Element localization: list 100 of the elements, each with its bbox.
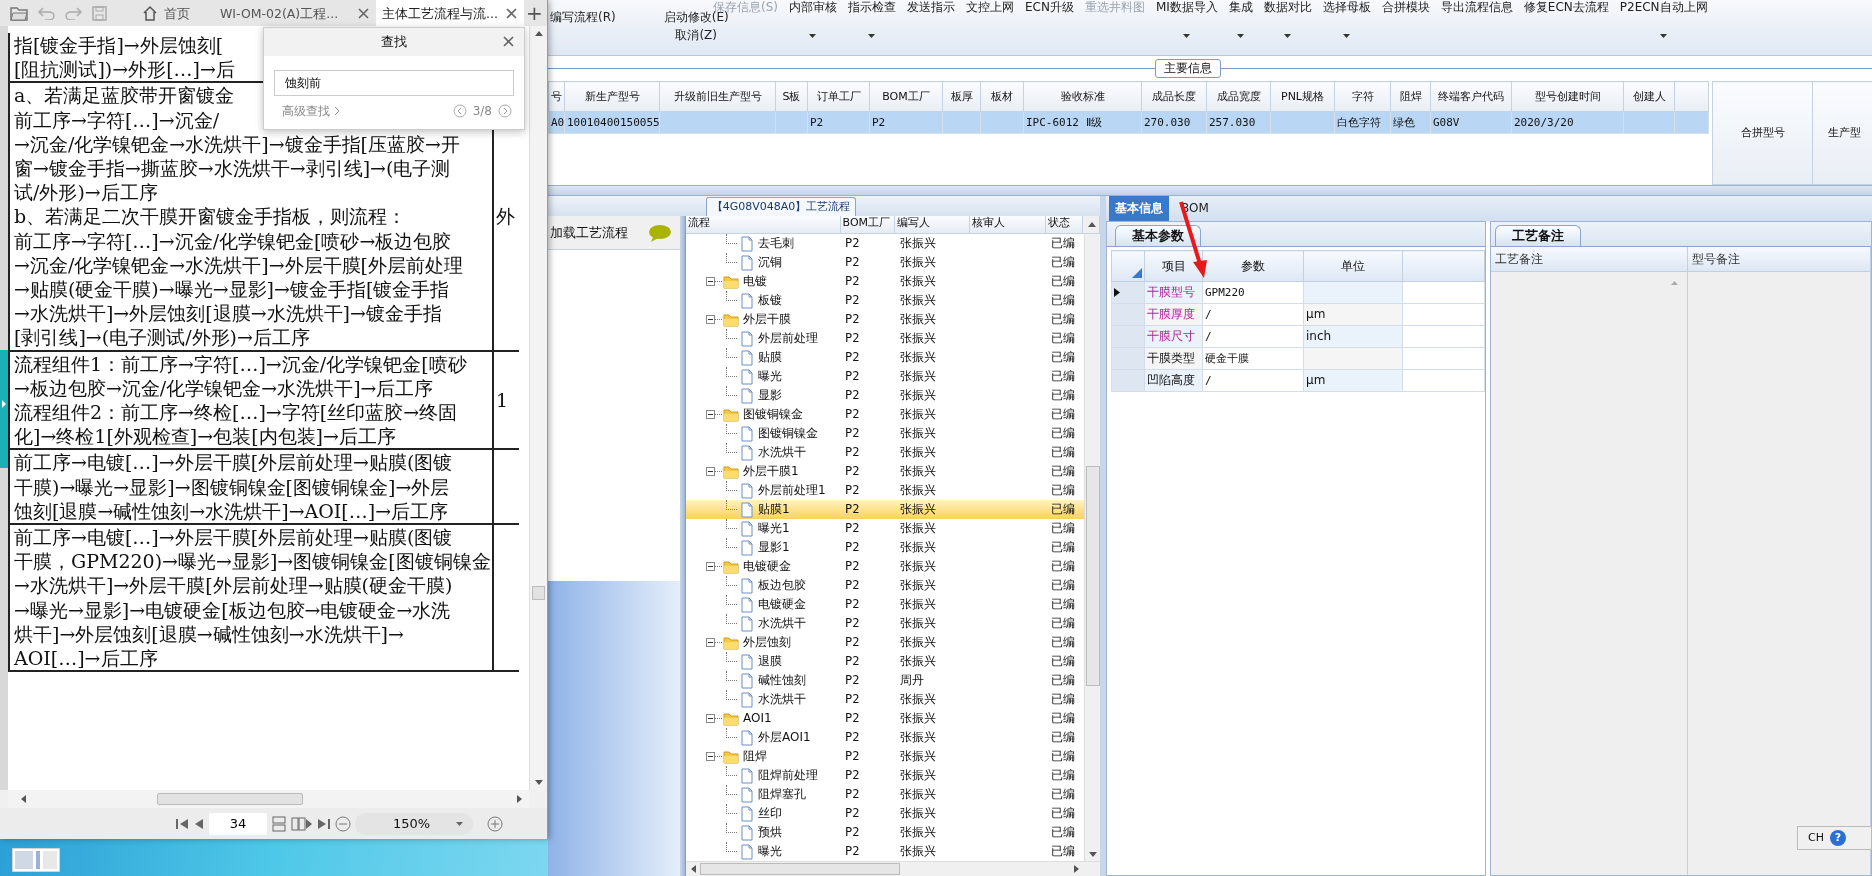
collapse-icon[interactable] <box>706 714 715 723</box>
first-page-icon[interactable] <box>175 816 189 831</box>
scroll-left-icon[interactable] <box>20 794 27 804</box>
previous-match-icon[interactable] <box>452 104 467 119</box>
toolbar-button[interactable]: 集成 <box>1228 0 1253 15</box>
column-header[interactable]: 板厚 <box>942 81 981 112</box>
tree-row[interactable]: 电镀硬金 P2 张振兴 已编 <box>686 557 1084 576</box>
dropdown-caret-icon[interactable] <box>1237 34 1245 39</box>
column-header[interactable]: 合拼型号 <box>1712 81 1813 185</box>
tree-row[interactable]: 电镀 P2 张振兴 已编 <box>686 272 1084 291</box>
window-thumbnail-icon[interactable] <box>12 848 60 872</box>
tree-row[interactable]: 去毛刺 P2 张振兴 已编 <box>686 234 1084 253</box>
help-icon[interactable]: ? <box>1829 830 1846 846</box>
dropdown-caret-icon[interactable] <box>1343 34 1351 39</box>
toolbar-button[interactable]: 修复ECN去流程 <box>1523 0 1609 15</box>
column-header[interactable]: PNL规格 <box>1270 81 1335 112</box>
toolbar-button[interactable]: ECN升级 <box>1025 0 1074 15</box>
document-tab[interactable]: 首页 <box>118 0 214 26</box>
collapse-icon[interactable] <box>706 315 715 324</box>
dropdown-caret-icon[interactable] <box>809 34 817 39</box>
tree-row[interactable]: 外层前处理1 P2 张振兴 已编 <box>686 481 1084 500</box>
tree-row[interactable]: 显影1 P2 张振兴 已编 <box>686 538 1084 557</box>
language-indicator[interactable]: CH <box>1808 831 1824 845</box>
scroll-right-icon[interactable] <box>516 794 523 804</box>
tree-row[interactable]: 图镀铜镍金 P2 张振兴 已编 <box>686 424 1084 443</box>
column-header[interactable]: 新生产型号 <box>564 81 660 112</box>
tree-row[interactable]: 阻焊前处理 P2 张振兴 已编 <box>686 766 1084 785</box>
dropdown-caret-icon[interactable] <box>1660 34 1668 39</box>
scroll-down-icon[interactable] <box>1087 851 1098 858</box>
column-header[interactable]: 编写人 <box>895 216 971 234</box>
tree-row[interactable]: 外层蚀刻 P2 张振兴 已编 <box>686 633 1084 652</box>
tree-row[interactable]: 板镀 P2 张振兴 已编 <box>686 291 1084 310</box>
column-header[interactable]: 单位 <box>1303 250 1403 282</box>
column-header[interactable]: 参数 <box>1202 250 1304 282</box>
toolbar-button[interactable]: 合拼模块 <box>1381 0 1430 15</box>
tree-row[interactable]: 曝光1 P2 张振兴 已编 <box>686 519 1084 538</box>
corner-triangle-icon[interactable] <box>1132 268 1142 279</box>
toolbar-button[interactable]: 导出流程信息 <box>1440 0 1513 15</box>
tree-row[interactable]: 阻焊 P2 张振兴 已编 <box>686 747 1084 766</box>
scroll-left-icon[interactable] <box>690 864 697 874</box>
tree-row[interactable]: AOI1 P2 张振兴 已编 <box>686 709 1084 728</box>
panel-tab[interactable]: 工艺备注 <box>1495 225 1581 246</box>
scroll-right-icon[interactable] <box>1073 864 1080 874</box>
column-header[interactable]: 成品长度 <box>1141 81 1207 112</box>
toolbar-button[interactable]: MI数据导入 <box>1155 0 1218 15</box>
panel-tab[interactable]: 【4G08V048A0】工艺流程 <box>706 197 856 216</box>
column-header[interactable]: 型号备注 <box>1688 247 1870 272</box>
column-header[interactable]: 项目 <box>1144 250 1203 282</box>
tree-row[interactable]: 外层前处理 P2 张振兴 已编 <box>686 329 1084 348</box>
toolbar-button[interactable]: 选择母板 <box>1322 0 1371 15</box>
tab[interactable]: 基本信息 <box>1109 196 1169 221</box>
advanced-search-link[interactable]: 高级查找 <box>282 104 340 119</box>
dropdown-caret-icon[interactable] <box>868 34 876 39</box>
toolbar-button[interactable]: 取消(Z) <box>675 28 717 43</box>
tree-row[interactable]: 贴膜 P2 张振兴 已编 <box>686 348 1084 367</box>
tree-row[interactable]: 外层干膜1 P2 张振兴 已编 <box>686 462 1084 481</box>
scrollbar-thumb[interactable] <box>1086 466 1100 686</box>
column-header[interactable]: BOM工厂 <box>869 81 943 112</box>
column-header[interactable]: 型号创建时间 <box>1511 81 1624 112</box>
tree-row[interactable]: 曝光 P2 张振兴 已编 <box>686 842 1084 861</box>
collapse-icon[interactable] <box>706 277 715 286</box>
tree-row[interactable]: 水洗烘干 P2 张振兴 已编 <box>686 690 1084 709</box>
column-header[interactable]: 流程 <box>686 216 841 234</box>
document-tab[interactable]: WI-OM-02(A)工程... <box>214 0 376 26</box>
scroll-up-icon[interactable] <box>1087 221 1097 228</box>
scrollbar-thumb[interactable] <box>700 863 900 875</box>
close-icon[interactable] <box>502 35 516 49</box>
tree-row[interactable]: 水洗烘干 P2 张振兴 已编 <box>686 443 1084 462</box>
collapse-icon[interactable] <box>706 562 715 571</box>
column-header[interactable]: 字符 <box>1334 81 1391 112</box>
toolbar-button[interactable]: P2ECN自动上网 <box>1619 0 1708 15</box>
zoom-dropdown[interactable]: 150% <box>355 812 473 835</box>
tree-row[interactable]: 退膜 P2 张振兴 已编 <box>686 652 1084 671</box>
column-header[interactable]: 生产型 <box>1812 81 1872 185</box>
toolbar-button[interactable]: 发送指示 <box>907 0 955 15</box>
column-header[interactable]: 核审人 <box>970 216 1047 234</box>
toolbar-button[interactable]: 指示检查 <box>848 0 896 15</box>
zoom-in-icon[interactable] <box>487 815 503 832</box>
column-header[interactable]: 阻焊 <box>1390 81 1431 112</box>
two-page-icon[interactable] <box>291 815 313 832</box>
column-header[interactable]: 状态 <box>1046 216 1084 234</box>
tree-row[interactable]: 碱性蚀刻 P2 周丹 已编 <box>686 671 1084 690</box>
previous-page-icon[interactable] <box>193 816 205 831</box>
column-header[interactable]: 板材 <box>980 81 1024 112</box>
tree-row[interactable]: 板边包胶 P2 张振兴 已编 <box>686 576 1084 595</box>
column-header[interactable]: 升级前旧生产型号 <box>659 81 776 112</box>
tree-row[interactable]: 丝印 P2 张振兴 已编 <box>686 804 1084 823</box>
dropdown-caret-icon[interactable] <box>1284 34 1292 39</box>
tree-row[interactable]: 预烘 P2 张振兴 已编 <box>686 823 1084 842</box>
tree-row[interactable]: 贴膜1 P2 张振兴 已编 <box>686 500 1084 519</box>
tree-row[interactable]: 沉铜 P2 张振兴 已编 <box>686 253 1084 272</box>
last-page-icon[interactable] <box>317 816 331 831</box>
toolbar-button[interactable]: 启动修改(E) <box>663 10 729 25</box>
column-header[interactable]: S板 <box>775 81 808 112</box>
close-icon[interactable] <box>357 6 370 20</box>
new-tab-button[interactable]: + <box>524 0 545 26</box>
tree-row[interactable]: 曝光 P2 张振兴 已编 <box>686 367 1084 386</box>
scroll-up-icon[interactable] <box>533 30 544 37</box>
folder-icon[interactable] <box>10 5 28 21</box>
column-header[interactable]: 工艺备注 <box>1491 247 1687 272</box>
